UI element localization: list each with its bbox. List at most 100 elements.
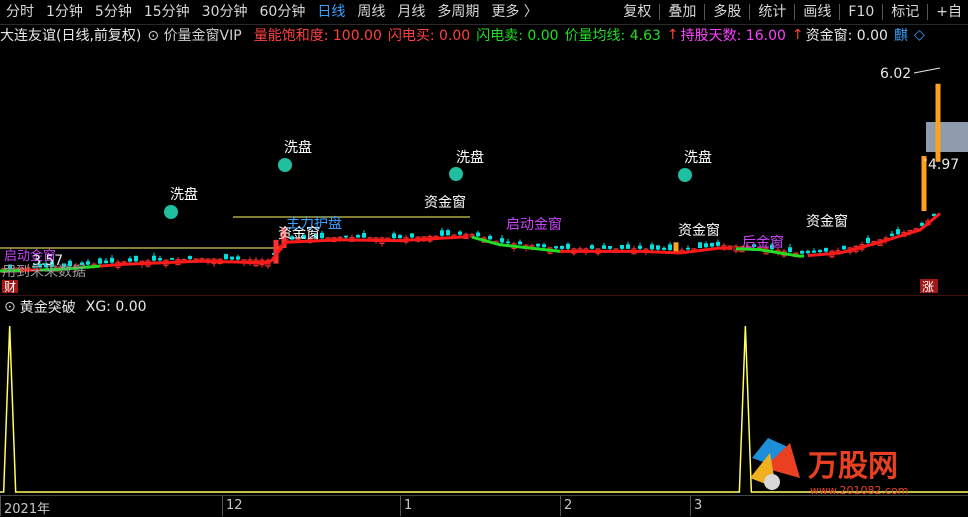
tool-button-2[interactable]: 多股 <box>707 0 747 24</box>
up-arrow-icon: ↑ <box>666 27 679 43</box>
brand-name: 万股网 <box>808 449 898 484</box>
candle-body <box>566 243 570 249</box>
period-tab-7[interactable]: 周线 <box>351 0 391 24</box>
candle-body <box>560 245 564 249</box>
candle-body <box>542 244 546 248</box>
x-tick-4 <box>690 496 691 516</box>
high-pointer <box>913 67 941 74</box>
indicator-name: 价量金窗VIP <box>163 28 242 44</box>
candle-body <box>536 243 540 247</box>
cai-badge: 财 <box>4 280 16 294</box>
candle-body <box>152 255 156 261</box>
period-tab-0[interactable]: 分时 <box>0 0 40 24</box>
candle-body <box>788 247 792 253</box>
candle-body <box>518 241 522 245</box>
period-tab-5[interactable]: 60分钟 <box>254 0 312 24</box>
stock-title: 大连友谊(日线,前复权) <box>0 28 142 44</box>
candle-body <box>890 233 894 237</box>
candle-body <box>458 231 462 235</box>
high-price-label: 6.02 <box>880 66 911 82</box>
brand-logo <box>750 438 800 490</box>
candle-body <box>320 232 324 239</box>
candle-body <box>656 245 660 250</box>
label-zhuli-hupan: 主力护盘 <box>286 215 342 232</box>
sub-indicator-title: 黄金突破 <box>19 300 76 316</box>
current-price-label: 4.97 <box>928 157 959 173</box>
tool-sep-5 <box>839 4 841 20</box>
extra-tag: 麒 <box>893 28 908 44</box>
candle-body <box>236 256 240 260</box>
x-tick-3 <box>560 496 561 516</box>
x-label-1: 12 <box>226 498 243 513</box>
zhang-badge: 涨 <box>922 279 934 294</box>
sub-indicator-chart[interactable]: 万股网 www.201082.com <box>0 318 968 497</box>
period-tabs: 分时 1分钟 5分钟 15分钟 30分钟 60分钟 日线 周线 月线 多周期 更多 〉 <box>0 0 544 24</box>
candle-body <box>668 244 672 251</box>
period-tab-1[interactable]: 1分钟 <box>40 0 89 24</box>
label-zijinchuang-4: 资金窗 <box>806 213 848 230</box>
tool-button-0[interactable]: 复权 <box>617 0 657 24</box>
period-tab-4[interactable]: 30分钟 <box>196 0 254 24</box>
period-tab-9[interactable]: 多周期 <box>431 0 485 24</box>
main-kline-chart[interactable]: 洗盘 洗盘 洗盘 洗盘 资金窗 资金窗 资金窗 资金窗 主力护盘 启动金窗 后金… <box>0 45 968 295</box>
capital-window: 资金窗: 0.00 <box>805 28 888 44</box>
candle-body <box>104 260 108 264</box>
candles-group <box>1 83 941 275</box>
x-label-0: 2021年 <box>4 502 51 517</box>
candle-body <box>410 233 414 238</box>
candle-body <box>686 247 690 250</box>
period-tab-10[interactable]: 更多 〉 <box>485 0 543 24</box>
candle-body <box>554 246 558 249</box>
candle-body <box>800 250 804 254</box>
label-xipan-1: 洗盘 <box>170 186 198 203</box>
diamond-icon[interactable]: ◇ <box>914 27 925 43</box>
indicator-info-bar: 大连友谊(日线,前复权) ⊙ 价量金窗VIP 量能饱和度: 100.00 闪电买… <box>0 25 968 45</box>
tool-button-6[interactable]: 标记 <box>885 0 925 24</box>
period-tab-2[interactable]: 5分钟 <box>89 0 138 24</box>
candle-highlight <box>935 83 941 162</box>
candle-body <box>488 235 492 240</box>
candle-body <box>590 245 594 249</box>
candle-body <box>812 250 816 253</box>
holding-days: 持股天数: 16.00 <box>680 28 786 44</box>
flash-sell: 闪电卖: 0.00 <box>476 28 559 44</box>
candle-body <box>662 247 666 250</box>
tool-sep-1 <box>659 4 661 20</box>
candle-body <box>158 258 162 261</box>
label-xipan-4: 洗盘 <box>684 149 712 166</box>
label-xipan-3: 洗盘 <box>456 149 484 166</box>
tool-sep-4 <box>794 4 796 20</box>
candle-body <box>704 243 708 248</box>
sub-indicator-value: XG: 0.00 <box>85 299 147 315</box>
x-tick-2 <box>400 496 401 516</box>
label-houjinchuang: 后金窗 <box>742 234 784 251</box>
candle-body <box>698 242 702 249</box>
tool-button-5[interactable]: F10 <box>842 0 880 24</box>
candle-body <box>806 250 810 254</box>
candle-body <box>128 258 132 262</box>
tool-button-3[interactable]: 统计 <box>752 0 792 24</box>
period-tab-3[interactable]: 15分钟 <box>138 0 196 24</box>
price-volume-avg: 价量均线: 4.63 <box>564 28 661 44</box>
candle-body <box>824 247 828 252</box>
candle-body <box>230 256 234 260</box>
check-icon-4 <box>678 168 692 182</box>
tool-button-7[interactable]: +自 <box>930 0 968 24</box>
tool-button-1[interactable]: 叠加 <box>662 0 702 24</box>
panel-divider <box>0 295 968 296</box>
period-tab-8[interactable]: 月线 <box>391 0 431 24</box>
label-zijinchuang-2: 资金窗 <box>424 194 466 211</box>
brand-url: www.201082.com <box>810 484 908 494</box>
label-zijinchuang-3: 资金窗 <box>678 222 720 239</box>
candle-body <box>506 241 510 244</box>
candle-body <box>866 237 870 244</box>
tool-button-4[interactable]: 画线 <box>797 0 837 24</box>
period-tab-6[interactable]: 日线 <box>311 0 351 24</box>
x-label-4: 3 <box>694 498 703 513</box>
volume-saturation: 量能饱和度: 100.00 <box>253 28 382 44</box>
sub-dropdown-icon[interactable]: ⊙ <box>4 299 16 315</box>
x-tick-0 <box>0 496 1 516</box>
candle-body <box>500 238 504 243</box>
candle-body <box>602 245 606 249</box>
indicator-dropdown[interactable]: ⊙ 价量金窗VIP <box>147 25 247 45</box>
